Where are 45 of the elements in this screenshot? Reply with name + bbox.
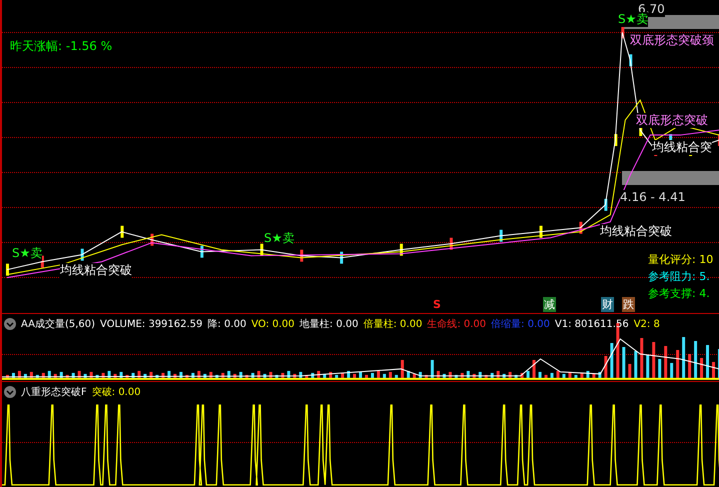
candlestick — [614, 134, 618, 146]
indicator-value: 突破: 0.00 — [92, 386, 141, 399]
sell-signal: S★卖 — [12, 246, 42, 261]
signal-marker: S — [432, 298, 442, 311]
candlestick — [400, 244, 403, 256]
pattern-label: 均线粘合突 — [652, 140, 712, 155]
candlestick — [80, 248, 84, 261]
collapse-icon[interactable] — [4, 318, 16, 330]
candlestick — [540, 226, 542, 238]
candlestick — [579, 222, 582, 234]
candlestick — [260, 244, 264, 256]
candlestick — [300, 250, 304, 262]
collapse-icon[interactable] — [4, 386, 16, 398]
indicator-value: 生命线: 0.00 — [427, 318, 486, 331]
signal-marker: 跌 — [622, 297, 635, 312]
indicator-value: 降: 0.00 — [208, 318, 246, 331]
candlestick — [450, 238, 453, 250]
indicator-value: V2: 8 — [634, 318, 660, 330]
candlestick — [200, 246, 204, 258]
indicator-value: VO: 0.00 — [251, 318, 295, 330]
stat-label: 参考阻力: 5. — [648, 269, 711, 284]
stat-label: 量化评分: 10 — [648, 252, 714, 267]
sell-signal: S★卖 — [264, 231, 294, 246]
pattern-label: 均线粘合突破 — [600, 224, 672, 239]
indicator-value: 倍缩量: 0.00 — [491, 318, 550, 331]
pattern-label: 均线粘合突破 — [60, 263, 132, 278]
stat-label: 参考支撑: 4. — [648, 286, 711, 301]
signal-marker: 财 — [601, 297, 614, 312]
indicator-value: 地量柱: 0.00 — [300, 318, 358, 331]
candlestick — [150, 234, 154, 246]
candlestick — [6, 264, 9, 276]
indicator-value: VOLUME: 399162.59 — [100, 318, 203, 330]
signal-marker: 减 — [543, 297, 556, 312]
indicator-title: AA成交量(5,60) — [21, 318, 96, 331]
pattern-label: 双底形态突破颈 — [630, 33, 714, 48]
candlestick — [120, 226, 124, 238]
candlestick — [604, 198, 608, 211]
pattern-label: 双底形态突破 — [636, 113, 708, 128]
candlestick — [500, 230, 503, 242]
indicator-title: 八重形态突破F — [21, 386, 87, 399]
candlestick — [629, 54, 632, 66]
indicator-value: 倍量柱: 0.00 — [363, 318, 422, 331]
yesterday-change: 昨天涨幅: -1.56 % — [10, 38, 112, 55]
candlestick — [340, 252, 344, 264]
indicator-value: V1: 801611.56 — [554, 318, 629, 330]
